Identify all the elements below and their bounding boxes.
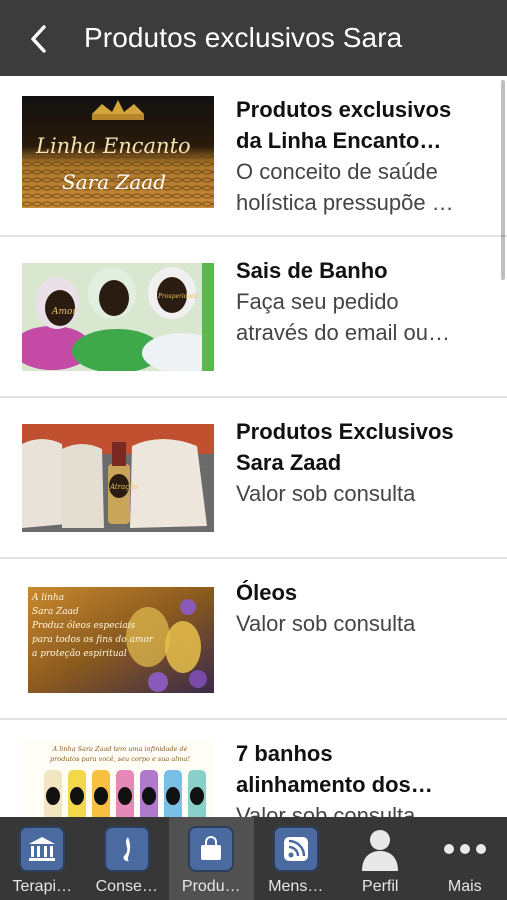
image-caption: A linha Sara Zaad Produz óleos especiais… [32,591,153,661]
tab-label: Mais [447,878,482,895]
tab-label: Perfil [362,878,399,895]
item-desc-line-1: Faça seu pedido [236,289,399,314]
item-title-line-2: Sara Zaad [236,450,342,475]
item-title-line-1: Produtos exclusivos [236,97,452,122]
tab-perfil[interactable]: Perfil [338,817,423,900]
product-image: Atração [22,424,214,532]
item-title-line-1: 7 banhos [236,741,333,766]
rss-icon [272,826,319,872]
item-title-line-2: da Linha Encanto… [236,128,442,153]
list-item[interactable]: A linha Sara Zaad tem uma infinidade de … [0,720,507,817]
image-caption-line: a proteção espiritual [32,649,127,659]
list-item[interactable]: Amor Prosperidade Sais de Banho Faça seu… [0,237,507,398]
jar-label-love: Amor [52,307,77,317]
temple-icon [19,826,66,872]
image-caption-line: produtos para você, seu corpo e sua alma… [50,755,190,763]
image-caption-2: Sara Zaad [62,170,167,194]
tab-label: Mens… [268,878,324,895]
tab-label: Terapi… [12,878,73,895]
item-text: Sais de Banho Faça seu pedido através do… [236,255,486,348]
image-caption-line: para todos os fins do amor [32,635,154,645]
product-list[interactable]: Linha Encanto Sara Zaad Produtos exclusi… [0,76,507,817]
item-desc-line-1: O conceito de saúde [236,159,438,184]
item-text: Produtos exclusivos da Linha Encanto… O … [236,94,486,218]
image-caption-line: A linha Sara Zaad tem uma infinidade de [52,745,188,753]
tab-produtos[interactable]: Produ… [169,817,254,900]
item-desc-line-1: Valor sob consulta [236,611,416,636]
item-desc-line-2: através do email ou… [236,320,450,345]
product-image: Linha Encanto Sara Zaad [22,96,214,208]
image-caption-1: Linha Encanto [36,134,191,158]
item-text: 7 banhos alinhamento dos… Valor sob cons… [236,738,486,817]
list-item[interactable]: Atração Produtos Exclusivos Sara Zaad Va… [0,398,507,559]
item-desc-line-1: Valor sob consulta [236,481,416,506]
chevron-left-icon [31,25,46,53]
tab-label: Conse… [95,878,158,895]
tab-terapias[interactable]: Terapi… [0,817,85,900]
image-caption-line: Sara Zaad [32,607,79,617]
scrollbar[interactable] [501,80,505,280]
image-caption: A linha Sara Zaad tem uma infinidade de … [32,744,208,764]
tab-mais[interactable]: Mais [423,817,507,900]
more-dots-icon [442,826,488,872]
item-text: Produtos Exclusivos Sara Zaad Valor sob … [236,416,486,509]
back-button[interactable] [22,20,56,58]
product-image: A linha Sara Zaad tem uma infinidade de … [22,740,214,817]
item-title-line-1: Produtos Exclusivos [236,419,454,444]
list-item[interactable]: Linha Encanto Sara Zaad Produtos exclusi… [0,76,507,237]
person-icon [357,826,403,872]
tab-conselhos[interactable]: Conse… [85,817,170,900]
tab-mensagens[interactable]: Mens… [254,817,339,900]
tab-label: Produ… [181,878,241,895]
item-title-line-2: alinhamento dos… [236,772,433,797]
list-item[interactable]: A linha Sara Zaad Produz óleos especiais… [0,559,507,720]
item-desc-line-1: Valor sob consulta [236,803,416,817]
tab-bar: Terapi… Conse… Produ… Mens… Perfil Mais [0,817,507,900]
app-header: Produtos exclusivos Sara [0,0,507,76]
item-title-line-1: Óleos [236,580,298,605]
image-caption-line: Produz óleos especiais [32,621,136,631]
product-image: Amor Prosperidade [22,263,214,371]
jar-label-prosperity: Prosperidade [158,293,199,300]
product-image: A linha Sara Zaad Produz óleos especiais… [28,587,214,693]
item-desc-line-2: holística pressupõe … [236,190,454,215]
shopping-bag-icon [188,826,235,872]
item-text: Óleos Valor sob consulta [236,577,486,639]
flame-icon [103,826,150,872]
bottle-label: Atração [110,483,138,491]
image-caption-line: A linha [32,593,65,603]
item-title-line-1: Sais de Banho [236,258,388,283]
page-title: Produtos exclusivos Sara [84,22,403,53]
